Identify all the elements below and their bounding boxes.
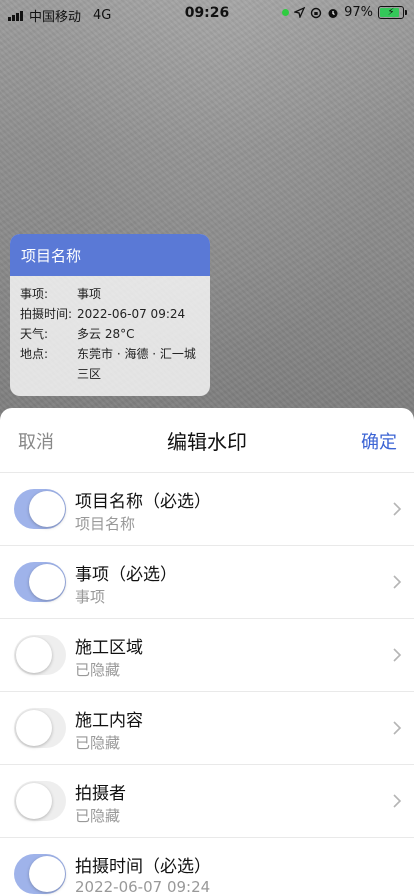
field-subtitle: 已隐藏 [75,661,121,679]
field-item-photographer[interactable]: 拍摄者 已隐藏 [0,764,414,837]
field-toggle[interactable] [14,489,66,529]
chevron-right-icon [393,648,402,662]
chevron-right-icon [393,721,402,735]
watermark-label: 地点: [20,347,49,361]
toggle-knob [29,856,65,892]
watermark-title: 项目名称 [10,234,210,276]
toggle-knob [29,491,65,527]
chevron-right-icon [393,502,402,516]
toggle-knob [16,637,52,673]
status-bar: 中国移动 4G 09:26 97% ⚡ [0,0,414,30]
field-title: 施工内容 [75,711,143,731]
watermark-row: 天气: 多云 28°C [20,324,210,344]
toggle-knob [16,710,52,746]
chevron-right-icon [393,575,402,589]
chevron-right-icon [393,794,402,808]
field-title: 拍摄时间（必选） [75,857,211,877]
battery-percent: 97% [344,5,373,20]
field-subtitle: 已隐藏 [75,734,121,752]
field-subtitle: 事项 [75,588,106,606]
field-title: 拍摄者 [75,784,126,804]
screen-rotation-lock-icon [310,7,322,18]
watermark-label: 天气: [20,327,49,341]
watermark-value: 2022-06-07 09:24 [77,307,186,321]
field-item-shoot-time[interactable]: 拍摄时间（必选） 2022-06-07 09:24 [0,837,414,896]
field-toggle[interactable] [14,781,66,821]
field-item-construction-content[interactable]: 施工内容 已隐藏 [0,691,414,764]
field-subtitle: 项目名称 [75,515,136,533]
watermark-value: 事项 [77,287,102,301]
field-subtitle: 已隐藏 [75,807,121,825]
edit-watermark-sheet: 取消 编辑水印 确定 项目名称（必选） 项目名称 事项（必选） 事项 施工区域 … [0,408,414,896]
field-subtitle: 2022-06-07 09:24 [75,878,211,896]
field-title: 施工区域 [75,638,143,658]
watermark-row: 事项: 事项 [20,284,210,304]
mic-indicator-icon [282,9,290,16]
watermark-preview[interactable]: 项目名称 事项: 事项 拍摄时间: 2022-06-07 09:24 天气: 多… [10,234,210,396]
watermark-label: 事项: [20,287,49,301]
field-toggle[interactable] [14,854,66,894]
sheet-title: 编辑水印 [167,430,247,454]
watermark-label: 拍摄时间: [20,307,73,321]
field-title: 项目名称（必选） [75,492,211,512]
watermark-value: 东莞市 · 海德 · 汇一城三区 [77,347,196,381]
field-title: 事项（必选） [75,565,177,585]
alarm-icon [328,8,338,18]
field-item-project-name[interactable]: 项目名称（必选） 项目名称 [0,472,414,545]
field-item-matter[interactable]: 事项（必选） 事项 [0,545,414,618]
field-item-construction-area[interactable]: 施工区域 已隐藏 [0,618,414,691]
field-toggle[interactable] [14,562,66,602]
battery-icon: ⚡ [378,6,407,19]
toggle-knob [16,783,52,819]
toggle-knob [29,564,65,600]
location-icon [294,7,306,18]
field-toggle[interactable] [14,708,66,748]
confirm-button[interactable]: 确定 [361,428,397,454]
watermark-row: 地点: 东莞市 · 海德 · 汇一城三区 [20,344,210,384]
sheet-header: 取消 编辑水印 确定 [0,408,414,472]
field-toggle[interactable] [14,635,66,675]
watermark-value: 多云 28°C [77,327,135,341]
watermark-row: 拍摄时间: 2022-06-07 09:24 [20,304,210,324]
